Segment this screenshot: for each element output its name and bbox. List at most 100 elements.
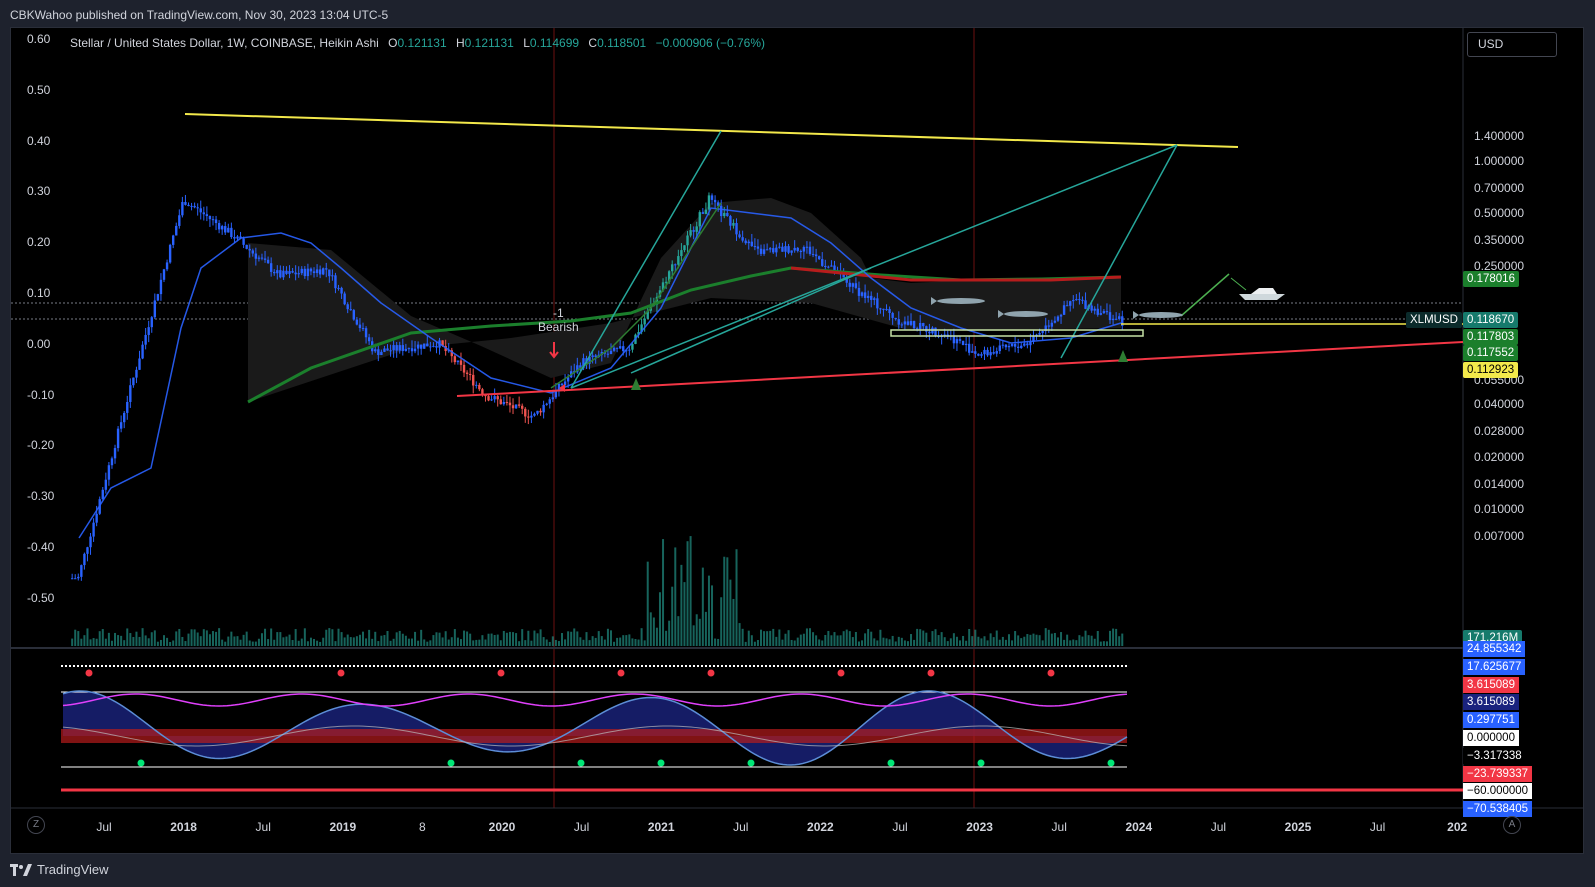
candle-body [1105, 311, 1109, 313]
volume-bar [1007, 634, 1010, 646]
candle-body [263, 258, 267, 260]
auto-scale-button[interactable]: A [1503, 816, 1521, 834]
volume-bar [135, 631, 138, 646]
candle-body [701, 212, 705, 214]
volume-bar [974, 629, 977, 646]
volume-bar [340, 632, 343, 646]
volume-bar [313, 638, 316, 646]
candle-body [346, 304, 349, 310]
volume-bar [891, 635, 894, 646]
auto-scale-left-button[interactable]: Z [27, 816, 45, 834]
volume-bar [613, 641, 616, 646]
candle-body [1050, 322, 1054, 327]
volume-bar [857, 641, 860, 646]
volume-bar [530, 640, 533, 646]
volume-bar [1035, 634, 1038, 646]
volume-bar [499, 640, 502, 646]
volume-bar [845, 629, 848, 646]
volume-bar [346, 634, 349, 646]
candle-body [707, 195, 711, 210]
volume-bar [331, 629, 334, 646]
volume-bar [368, 629, 371, 646]
candle-body [355, 319, 359, 325]
candle-body [1007, 345, 1011, 348]
candle-body [683, 245, 686, 251]
volume-bar [793, 640, 796, 646]
volume-bar [808, 628, 811, 646]
candle-body [882, 308, 885, 310]
resistance-trendline [184, 113, 1239, 148]
candle-body [977, 353, 980, 356]
candle-body [374, 349, 377, 352]
volume-bar [1087, 635, 1090, 646]
candle-body [606, 353, 610, 355]
volume-bar [980, 638, 983, 646]
volume-bar [600, 636, 603, 646]
volume-bar [129, 633, 132, 646]
volume-bar [906, 641, 909, 646]
price-chart[interactable] [11, 28, 1584, 854]
currency-selector[interactable]: USD [1467, 32, 1557, 57]
volume-bar [123, 640, 126, 646]
left-axis-tick: 0.30 [27, 184, 51, 199]
osc-signal-dot [927, 669, 935, 677]
volume-bar [787, 630, 790, 646]
volume-bar [750, 635, 753, 646]
candle-body [315, 269, 319, 273]
candle-body [974, 351, 977, 354]
time-axis-tick: Jul [733, 820, 749, 834]
candle-body [211, 219, 215, 221]
candle-body [468, 373, 472, 375]
candle-body [848, 282, 851, 287]
time-axis-tick: 2022 [807, 820, 834, 834]
price-tag: 0.178016 [1463, 271, 1519, 287]
candle-body [413, 348, 417, 352]
volume-bar [132, 636, 135, 646]
osc-signal-dot [837, 669, 845, 677]
volume-bar [1001, 636, 1004, 646]
volume-bar [968, 628, 971, 646]
right-axis-tick: 0.500000 [1474, 206, 1525, 221]
footer-brand[interactable]: TradingView [10, 862, 109, 877]
candle-body [328, 269, 331, 277]
left-axis-tick: 0.60 [27, 32, 51, 46]
volume-bar [603, 639, 606, 646]
volume-bar [377, 641, 380, 646]
oscillator-tag: −60.000000 [1463, 783, 1533, 800]
candle-body [101, 489, 104, 500]
candle-body [744, 240, 747, 244]
volume-bar [242, 634, 245, 646]
volume-bar [588, 640, 591, 646]
candle-body [695, 226, 698, 232]
volume-bar [582, 639, 585, 646]
volume-bar [799, 634, 802, 646]
candle-body [787, 246, 790, 253]
candle-body [729, 216, 732, 226]
volume-bar [655, 627, 658, 646]
volume-bar [1102, 641, 1105, 646]
volume-bar [401, 633, 404, 646]
volume-bar [493, 634, 496, 646]
osc-signal-dot [337, 669, 345, 677]
candle-body [741, 237, 744, 241]
volume-bar [1118, 636, 1121, 646]
osc-signal-dot [747, 759, 755, 767]
candle-body [1065, 305, 1069, 307]
candle-body [80, 565, 83, 577]
volume-bar [747, 630, 750, 646]
time-axis-tick: Jul [1051, 820, 1067, 834]
volume-bar [248, 640, 251, 646]
candle-body [1090, 305, 1093, 311]
volume-bar [949, 638, 952, 646]
ma-cloud-fill [248, 198, 1121, 402]
volume-bar [380, 635, 383, 646]
osc-signal-dot [577, 759, 585, 767]
candle-body [168, 244, 172, 263]
candle-body [1111, 318, 1115, 321]
volume-bar [1093, 638, 1096, 646]
chart-frame[interactable]: Stellar / United States Dollar, 1W, COIN… [10, 27, 1584, 854]
volume-bar [726, 557, 729, 646]
candle-body [964, 343, 968, 346]
candle-body [805, 246, 809, 248]
volume-bar [518, 641, 521, 646]
